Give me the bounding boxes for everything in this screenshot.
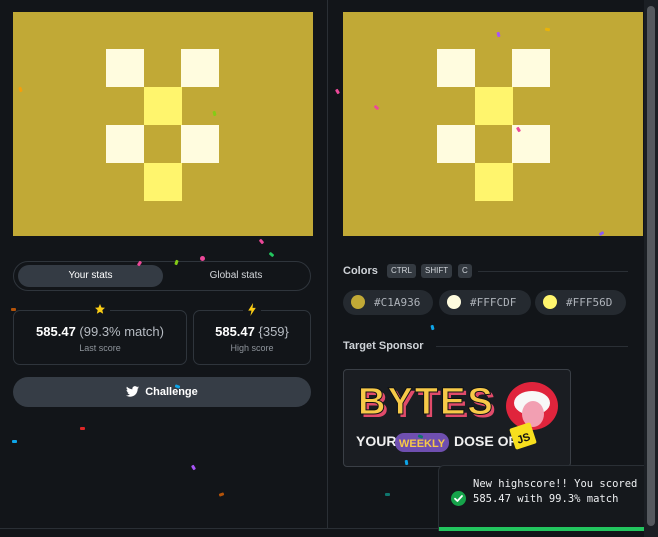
section-rule [436,346,628,347]
last-score-match: (99.3% match) [79,324,164,339]
color-chip[interactable]: #FFFCDF [439,290,531,315]
last-score-caption: Last score [79,343,121,353]
star-icon [90,303,110,318]
confetti-piece [404,459,409,466]
color-hex: #FFF56D [566,296,613,309]
stats-tabs: Your stats Global stats [13,261,311,291]
pixel-cream [512,49,550,87]
shortcut-key-shift: SHIFT [421,264,453,278]
high-score-caption: High score [230,343,274,353]
check-circle-icon [451,491,466,506]
challenge-button[interactable]: Challenge [13,377,311,407]
tagline-your: YOUR [356,433,396,449]
lightning-icon [243,303,261,319]
pixel-yellow [475,163,513,201]
scrollbar[interactable] [644,0,658,537]
high-score-value: 585.47 [215,324,255,339]
challenge-label: Challenge [145,386,198,398]
pixel-yellow [144,163,182,201]
color-chip[interactable]: #C1A936 [343,290,433,315]
your-drawing-canvas[interactable] [13,12,313,236]
shortcut-key-ctrl: CTRL [387,264,416,278]
confetti-piece [334,88,341,95]
tab-your-stats[interactable]: Your stats [18,265,163,287]
confetti-piece [385,493,390,496]
toast-progress-bar [439,527,652,531]
tagline-dose-of: DOSE OF [454,433,517,449]
confetti-piece [218,492,225,497]
confetti-piece [430,324,435,331]
pixel-cream [437,125,475,163]
high-score-detail: {359} [258,324,289,339]
confetti-piece [11,308,16,311]
confetti-piece [200,256,205,261]
color-chip[interactable]: #FFF56D [535,290,626,315]
last-score-card: 585.47 (99.3% match) Last score [13,303,187,365]
section-rule [478,271,628,272]
scrollbar-thumb[interactable] [647,6,655,526]
high-score-card: 585.47 {359} High score [193,303,311,365]
confetti-piece [268,251,275,258]
confetti-piece [80,427,85,430]
target-image [343,12,643,236]
pixel-yellow [144,87,182,125]
pixel-cream [181,49,219,87]
pixel-cream [437,49,475,87]
last-score-value: 585.47 [36,324,76,339]
color-swatch [447,295,461,309]
pixel-yellow [475,87,513,125]
toast-message: New highscore!! You scored 585.47 with 9… [473,478,638,505]
sponsor-banner[interactable]: BYTES BYTES YOUR WEEKLY DOSE OF JS [343,369,571,467]
color-hex: #C1A936 [374,296,421,309]
confetti-piece [258,238,265,245]
panel-divider [327,0,328,528]
color-swatch [351,295,365,309]
twitter-icon [126,379,140,409]
tab-global-stats[interactable]: Global stats [164,265,308,287]
shortcut-key-c: C [458,264,472,278]
pixel-cream [106,125,144,163]
color-swatch [543,295,557,309]
pixel-cream [106,49,144,87]
sponsor-title: Target Sponsor [343,340,424,352]
confetti-piece [190,464,197,471]
confetti-piece [544,27,551,32]
highscore-toast[interactable]: New highscore!! You scored 585.47 with 9… [438,465,658,531]
colors-title: Colors [343,265,378,277]
tagline-weekly: WEEKLY [399,438,446,450]
pixel-cream [181,125,219,163]
bytes-logo: BYTES BYTES YOUR WEEKLY DOSE OF JS [356,381,558,452]
bytes-logo-text: BYTES [358,381,495,423]
color-hex: #FFFCDF [470,296,517,309]
confetti-piece [12,440,17,443]
